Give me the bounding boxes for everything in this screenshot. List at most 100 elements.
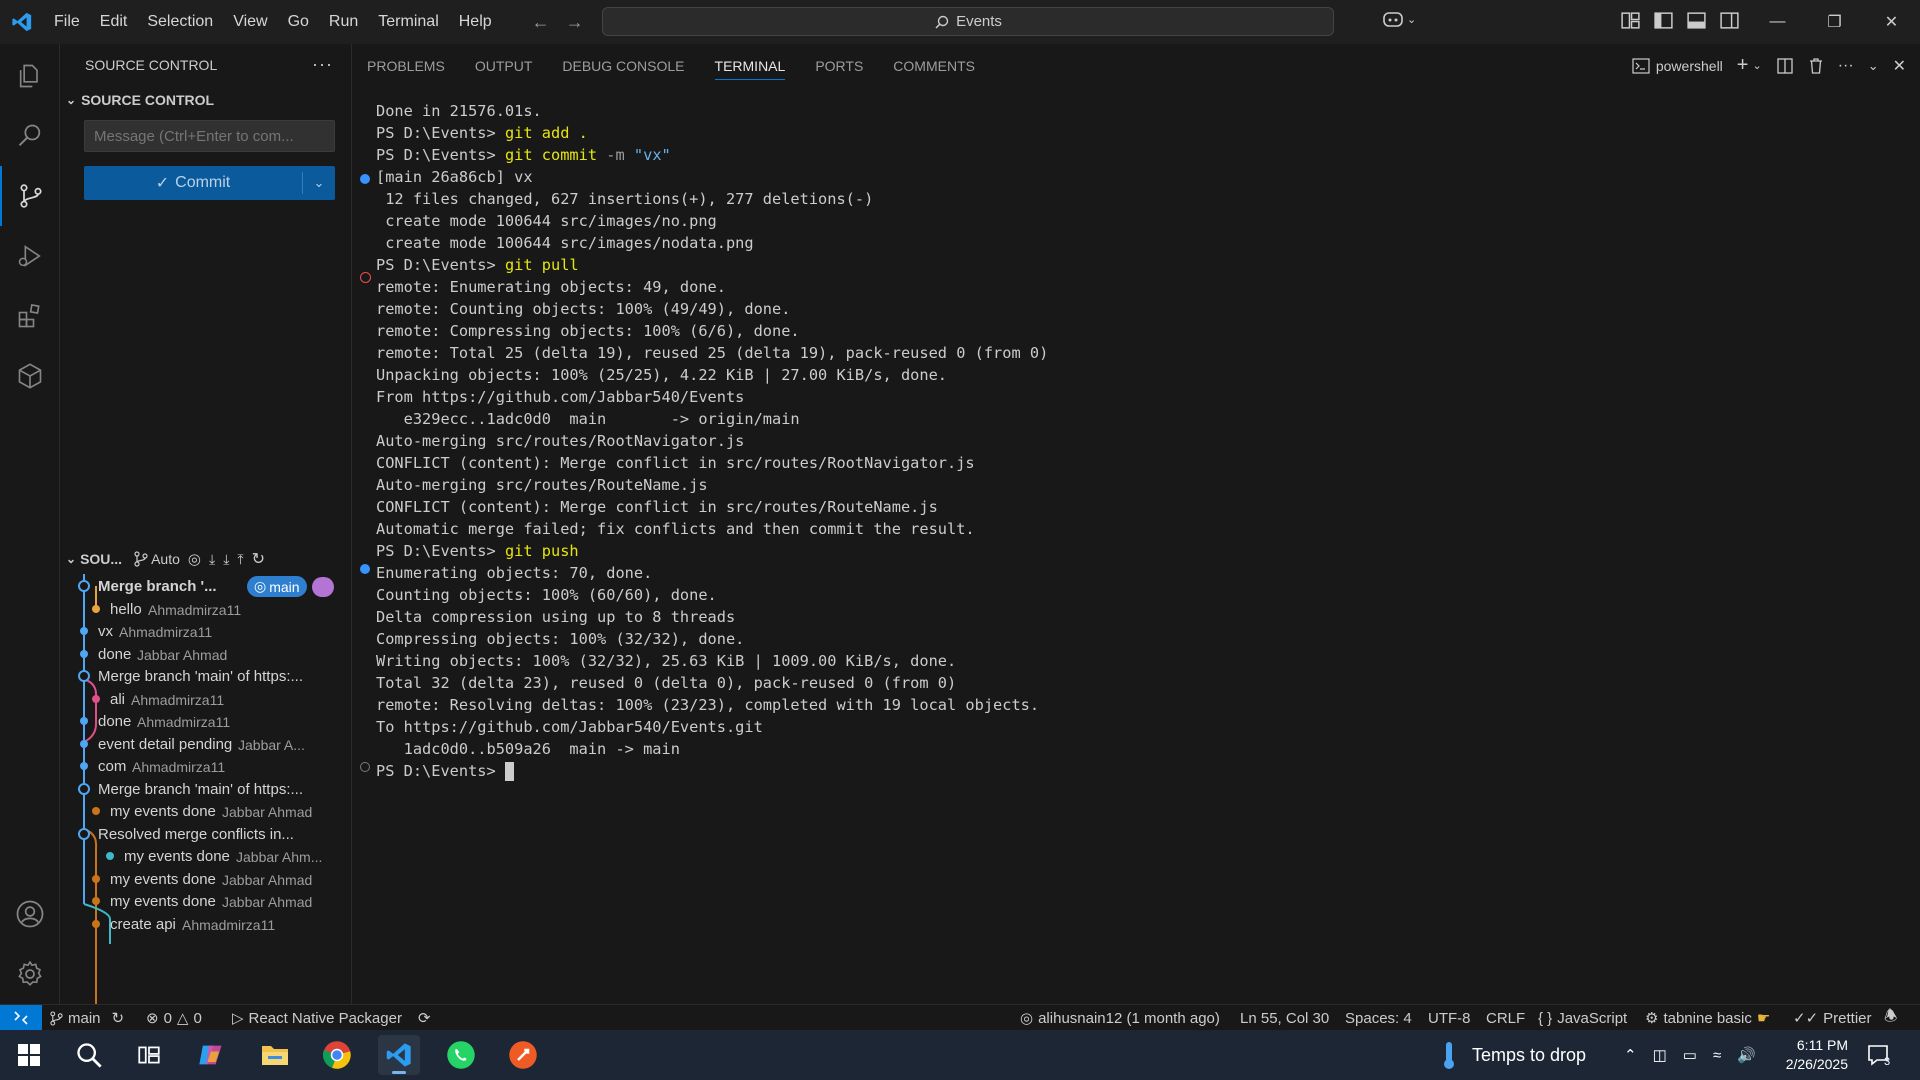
problems-status[interactable]: ⊗ 0 △ 0 [146, 1005, 202, 1031]
maximize-panel-chevron-icon[interactable]: ⌄ [1868, 58, 1879, 74]
manage-gear-icon[interactable] [0, 944, 60, 1004]
command-pending-circle-icon[interactable] [360, 762, 370, 772]
task-view-icon[interactable] [128, 1035, 170, 1075]
tabnine-icon: ⚙ [1645, 1010, 1659, 1027]
command-error-icon[interactable] [360, 272, 371, 283]
target-icon[interactable]: ◎ [188, 550, 201, 568]
source-control-section-header[interactable]: ⌄ SOURCE CONTROL [60, 88, 352, 112]
tab-debug-console[interactable]: DEBUG CONSOLE [547, 44, 699, 88]
command-success-dot-icon[interactable] [360, 564, 370, 574]
tab-problems[interactable]: PROBLEMS [352, 44, 460, 88]
toggle-secondary-sidebar-icon[interactable] [1719, 10, 1740, 31]
split-terminal-icon[interactable] [1776, 57, 1794, 75]
menu-help[interactable]: Help [449, 0, 502, 44]
tabnine-status[interactable]: ⚙ tabnine basic ☛ [1645, 1005, 1770, 1031]
extensions-icon[interactable] [0, 286, 60, 346]
indentation-status[interactable]: Spaces: 4 [1345, 1005, 1412, 1031]
run-debug-icon[interactable] [0, 226, 60, 286]
command: git pull [504, 256, 579, 274]
commit-message-input[interactable] [84, 120, 335, 152]
whatsapp-icon[interactable] [440, 1035, 482, 1075]
close-window-button[interactable]: ✕ [1863, 0, 1920, 44]
accounts-icon[interactable] [0, 884, 60, 944]
tab-output[interactable]: OUTPUT [460, 44, 548, 88]
terminal-output[interactable]: Done in 21576.01s. PS D:\Events> git add… [352, 100, 1920, 980]
search-icon[interactable] [0, 106, 60, 166]
pull-icon[interactable]: ⤓ [223, 551, 229, 568]
branch-auto-button[interactable]: Auto [134, 551, 180, 567]
weather-widget[interactable]: Temps to drop [1440, 1030, 1586, 1080]
command-success-dot-icon[interactable] [360, 174, 370, 184]
notification-center-icon[interactable]: 3 [1866, 1030, 1890, 1080]
git-blame-status[interactable]: ◎ alihusnain12 (1 month ago) [1020, 1005, 1220, 1031]
clock[interactable]: 6:11 PM 2/26/2025 [1776, 1030, 1848, 1080]
commit-message: com [98, 758, 127, 775]
menu-terminal[interactable]: Terminal [368, 0, 448, 44]
back-arrow-icon[interactable]: ← [532, 12, 550, 33]
remote-explorer-icon[interactable] [0, 346, 60, 406]
explorer-icon[interactable] [0, 46, 60, 106]
react-native-packager-status[interactable]: ▷ React Native Packager [232, 1005, 402, 1031]
minimize-button[interactable]: — [1749, 0, 1806, 44]
windows-start-icon[interactable] [8, 1035, 50, 1075]
language-mode[interactable]: { } JavaScript [1538, 1005, 1627, 1031]
meet-now-icon[interactable]: ◫ [1653, 1046, 1667, 1064]
copilot-button[interactable]: ⌄ [1382, 10, 1416, 28]
battery-icon[interactable]: ▭ [1683, 1046, 1697, 1064]
chrome-icon[interactable] [316, 1035, 358, 1075]
refresh-icon[interactable]: ↻ [252, 549, 265, 569]
commit-message: my events done [110, 870, 216, 888]
wifi-icon[interactable]: ≈ [1713, 1047, 1721, 1064]
source-control-graph-header[interactable]: ⌄ SOU... Auto ◎ ⤓ ⤓ ⤒ ↻ [60, 546, 352, 572]
terminal-cursor [504, 762, 514, 781]
menu-run[interactable]: Run [319, 0, 368, 44]
tab-terminal[interactable]: TERMINAL [700, 44, 801, 88]
broadcast-icon[interactable]: ⟳ [418, 1005, 431, 1031]
toggle-panel-icon[interactable] [1686, 10, 1707, 31]
close-panel-icon[interactable]: ✕ [1893, 56, 1906, 76]
more-actions-icon[interactable]: ··· [312, 54, 333, 75]
trash-icon[interactable] [1808, 57, 1824, 75]
toggle-primary-sidebar-icon[interactable] [1653, 10, 1674, 31]
tab-ports[interactable]: PORTS [800, 44, 878, 88]
cursor-position[interactable]: Ln 55, Col 30 [1240, 1005, 1329, 1031]
tab-comments[interactable]: COMMENTS [878, 44, 990, 88]
notifications-bell-icon[interactable]: 🕭 [1884, 1005, 1897, 1031]
copilot-app-icon[interactable] [190, 1035, 232, 1075]
menu-edit[interactable]: Edit [90, 0, 138, 44]
show-hidden-icons-chevron-icon[interactable]: ⌃ [1624, 1046, 1637, 1064]
prettier-status[interactable]: ✓✓ Prettier [1793, 1005, 1872, 1031]
source-control-icon[interactable] [0, 166, 60, 226]
fetch-icon[interactable]: ⤓ [209, 551, 215, 568]
new-terminal-plus-icon[interactable]: + [1737, 54, 1749, 77]
vscode-taskbar-icon[interactable] [378, 1035, 420, 1075]
commit-row[interactable]: create api Ahmadmirza11 [60, 912, 352, 939]
commit-node-icon [80, 739, 88, 748]
menu-selection[interactable]: Selection [137, 0, 223, 44]
volume-icon[interactable]: 🔊 [1737, 1046, 1756, 1064]
terminal-instance-selector[interactable]: powershell [1632, 58, 1723, 74]
terminal-line: CONFLICT (content): Merge conflict in sr… [376, 498, 938, 516]
forward-arrow-icon[interactable]: → [566, 12, 584, 33]
more-actions-icon[interactable]: ··· [1838, 57, 1854, 75]
eol-status[interactable]: CRLF [1486, 1005, 1525, 1031]
commit-button[interactable]: ✓ Commit ⌄ [84, 166, 335, 200]
encoding-status[interactable]: UTF-8 [1428, 1005, 1471, 1031]
remote-indicator-icon[interactable] [0, 1005, 42, 1031]
activity-bar [0, 44, 60, 1004]
search-icon[interactable] [68, 1035, 110, 1075]
customize-layout-icon[interactable] [1620, 10, 1641, 31]
sync-icon[interactable]: ↻ [112, 1009, 125, 1027]
menu-file[interactable]: File [44, 0, 90, 44]
restore-button[interactable]: ❐ [1806, 0, 1863, 44]
menu-go[interactable]: Go [278, 0, 319, 44]
commit-dropdown-chevron-icon[interactable]: ⌄ [303, 166, 335, 200]
command-center-search[interactable]: Events [602, 7, 1334, 36]
postman-icon[interactable] [502, 1035, 544, 1075]
menu-view[interactable]: View [223, 0, 277, 44]
file-explorer-icon[interactable] [254, 1035, 296, 1075]
command-center-text: Events [956, 13, 1002, 30]
chevron-down-icon[interactable]: ⌄ [1752, 59, 1761, 72]
push-icon[interactable]: ⤒ [237, 551, 243, 568]
branch-status[interactable]: main ↻ [50, 1005, 124, 1031]
